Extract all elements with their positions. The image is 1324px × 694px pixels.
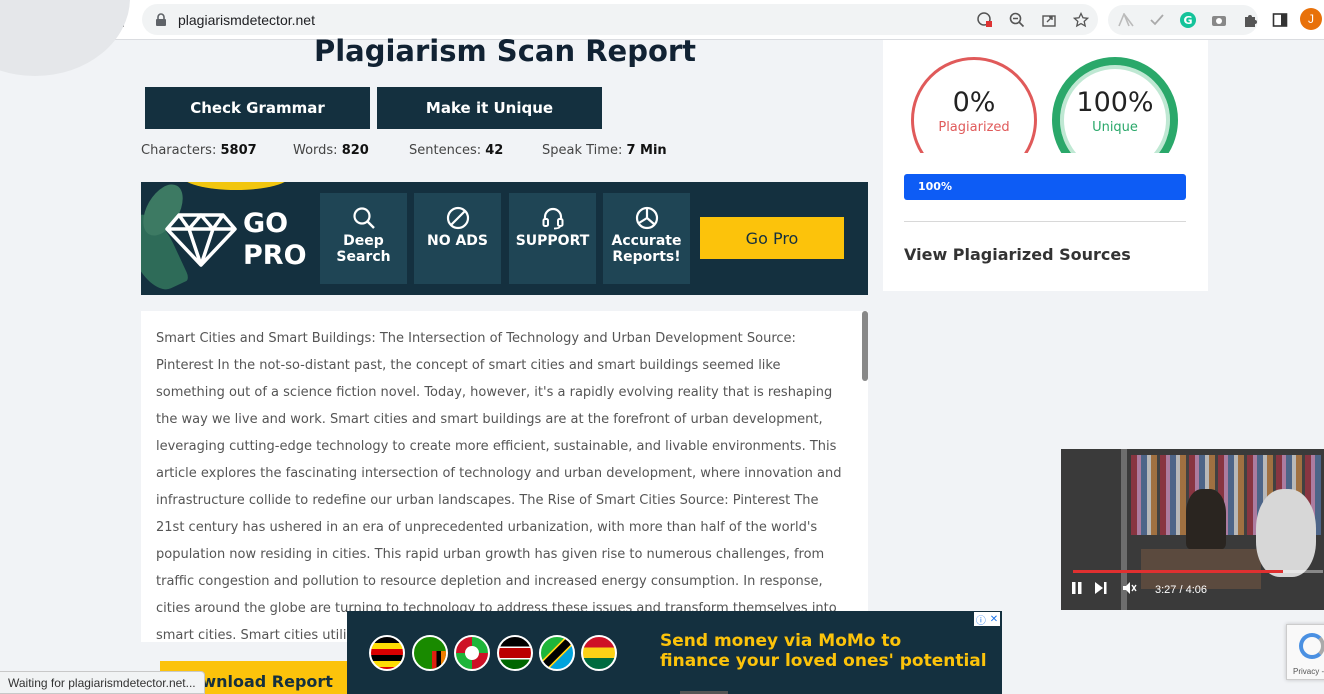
next-icon[interactable] [1095,582,1107,598]
share-icon[interactable] [1040,11,1058,29]
pie-chart-icon [634,205,660,231]
feature-support: SUPPORT [509,193,596,284]
ghana-flag-icon [581,635,617,671]
headset-icon [540,205,566,231]
characters-stat: Characters: 5807 [141,143,257,158]
video-player[interactable]: 3:27 / 4:06 [1061,449,1324,610]
banner-decoration [181,182,291,190]
view-plagiarized-sources-link[interactable]: View Plagiarized Sources [904,245,1131,264]
ad-headline: Send money via MoMo to finance your love… [660,631,987,671]
recaptcha-text: Privacy - T [1293,667,1324,676]
uganda-flag-icon [369,635,405,671]
feature-label: Search [336,249,391,265]
divider [904,221,1186,222]
checkmark-extension-icon[interactable] [1149,11,1166,29]
zoom-icon[interactable] [1008,11,1026,29]
uniqueness-progress-bar: 100% [904,174,1186,200]
search-icon [351,205,377,231]
svg-text:G: G [1183,14,1192,27]
recaptcha-icon [1299,633,1324,659]
recaptcha-badge[interactable]: Privacy - T [1286,624,1324,680]
ad-banner[interactable]: Send money via MoMo to finance your love… [347,611,1002,694]
bookmark-star-icon[interactable] [1072,11,1090,29]
no-ads-icon [445,205,471,231]
sentences-stat: Sentences: 42 [409,143,504,158]
go-pro-line2: PRO [243,240,307,271]
go-pro-button[interactable]: Go Pro [700,217,844,259]
scanned-text-area[interactable]: Smart Cities and Smart Buildings: The In… [141,311,868,642]
video-progress-fill [1073,570,1283,573]
profile-avatar[interactable]: J [1300,8,1322,30]
zambia-flag-icon [412,635,448,671]
page-title: Plagiarism Scan Report [313,34,697,68]
kenya-flag-icon [497,635,533,671]
progress-text: 100% [918,180,952,193]
plagiarized-percent: 0% [952,87,996,118]
mute-icon[interactable] [1123,582,1137,598]
feature-label: NO ADS [426,233,489,249]
feature-label: SUPPORT [515,233,590,249]
speak-time-stat: Speak Time: 7 Min [542,143,667,158]
video-frame-statue [1256,489,1316,577]
check-grammar-button[interactable]: Check Grammar [145,87,370,129]
video-frame-table [1141,549,1261,589]
go-pro-heading: GO PRO [243,208,307,272]
scanned-text: Smart Cities and Smart Buildings: The In… [156,331,842,642]
puzzle-extensions-icon[interactable] [1241,11,1258,29]
ad-line2: finance your loved ones' potential [660,651,987,671]
feature-label: Reports! [612,249,681,265]
burundi-flag-icon [454,635,490,671]
background-decoration [0,0,130,76]
unique-label: Unique [1092,120,1138,135]
plagiarized-gauge: 0% Plagiarized [911,57,1037,153]
translate-icon[interactable] [976,11,994,29]
feature-accurate-reports: Accurate Reports! [603,193,690,284]
extensions-group: G [1108,5,1258,35]
go-pro-banner: GO PRO Deep Search NO ADS SUPPORT Accura… [141,182,868,295]
ad-choices-icon[interactable]: ⓘ ✕ [974,612,1000,627]
extension-a-icon[interactable] [1118,11,1135,29]
address-bar[interactable]: plagiarismdetector.net [142,4,1098,35]
feature-deep-search: Deep Search [320,193,407,284]
zambia-flag-stripes [432,651,446,669]
grammarly-icon[interactable]: G [1179,11,1197,29]
ad-info-icon[interactable]: ⓘ [976,612,986,627]
lock-icon[interactable] [154,12,168,27]
diamond-icon [165,212,237,272]
results-panel: 0% Plagiarized 100% Unique 100% View Pla… [883,40,1208,291]
url-text: plagiarismdetector.net [178,11,315,28]
tanzania-flag-icon [539,635,575,671]
camera-icon[interactable] [1210,11,1227,29]
feature-no-ads: NO ADS [414,193,501,284]
text-scrollbar[interactable] [862,311,868,381]
video-frame-person [1186,489,1226,549]
ad-line1: Send money via MoMo to [660,631,902,651]
side-panel-icon[interactable] [1271,11,1289,29]
plagiarized-label: Plagiarized [938,120,1010,135]
burundi-flag-center [465,646,479,660]
ad-close-icon[interactable]: ✕ [990,614,998,625]
unique-percent: 100% [1076,87,1154,118]
go-pro-line1: GO [243,208,289,239]
unique-gauge: 100% Unique [1052,57,1178,153]
video-progress-bar[interactable] [1073,570,1323,573]
words-stat: Words: 820 [293,143,369,158]
browser-status-bar: Waiting for plagiarismdetector.net... [0,671,205,694]
video-time: 3:27 / 4:06 [1155,584,1207,596]
feature-label: Accurate [611,233,682,249]
make-unique-button[interactable]: Make it Unique [377,87,602,129]
feature-label: Deep [343,233,384,249]
pause-icon[interactable] [1071,582,1083,598]
